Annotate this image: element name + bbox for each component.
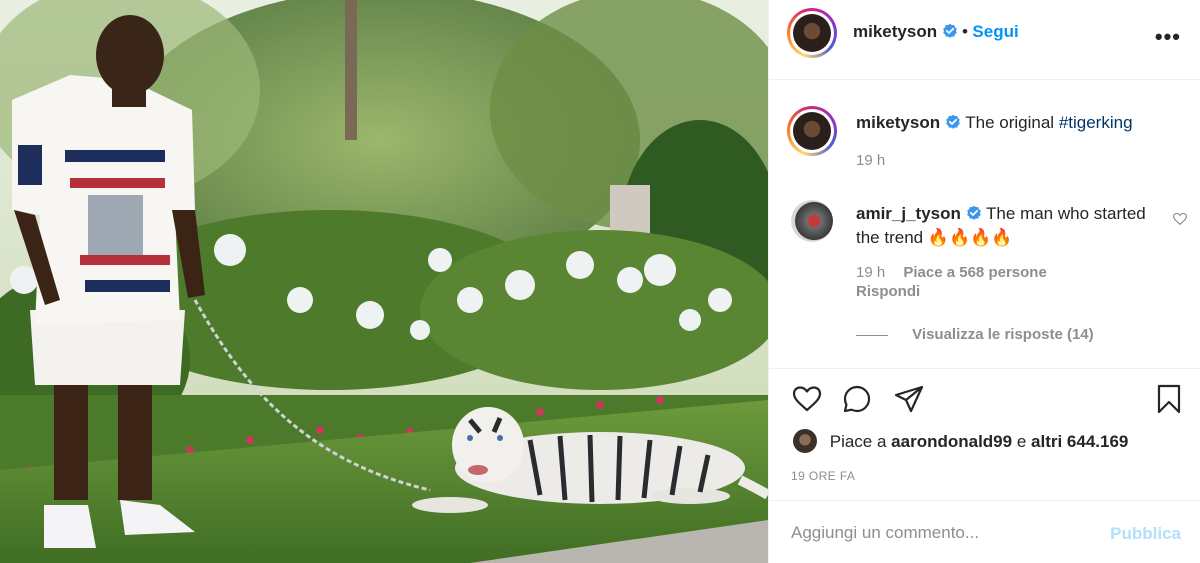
comment-meta: 19 h Piace a 568 persone bbox=[856, 264, 1047, 281]
post-timestamp[interactable]: 19 ORE FA bbox=[791, 469, 855, 483]
commenter-avatar[interactable] bbox=[791, 200, 833, 242]
post-photo[interactable] bbox=[0, 0, 768, 563]
reply-button[interactable]: Rispondi bbox=[856, 283, 920, 300]
likes-prefix: Piace a bbox=[829, 432, 887, 451]
caption-text: miketyson The original #tigerking bbox=[856, 113, 1133, 133]
caption-author-avatar[interactable] bbox=[787, 106, 837, 156]
header-author-line: miketyson • Segui bbox=[853, 22, 1019, 42]
caption-hashtag-link[interactable]: #tigerking bbox=[1059, 113, 1133, 132]
post-actions: Piace a aarondonald99 e altri 644.169 19… bbox=[769, 368, 1200, 500]
view-replies-label: Visualizza le risposte (14) bbox=[912, 326, 1094, 343]
caption-author-avatar-image bbox=[793, 112, 831, 150]
author-avatar[interactable] bbox=[787, 8, 837, 58]
likes-others[interactable]: altri 644.169 bbox=[1031, 432, 1128, 451]
verified-badge-icon bbox=[942, 23, 957, 38]
liker-username[interactable]: aarondonald99 bbox=[891, 432, 1012, 451]
author-username[interactable]: miketyson bbox=[853, 22, 937, 41]
verified-badge-icon bbox=[966, 205, 981, 220]
verified-badge-icon bbox=[946, 114, 960, 129]
comment-icon[interactable] bbox=[841, 383, 873, 415]
caption-body: The original bbox=[965, 113, 1055, 132]
comment-time[interactable]: 19 h bbox=[856, 264, 885, 281]
heart-icon[interactable] bbox=[791, 383, 823, 415]
bookmark-icon[interactable] bbox=[1153, 383, 1185, 415]
commenter-username[interactable]: amir_j_tyson bbox=[856, 204, 961, 223]
caption-time[interactable]: 19 h bbox=[856, 152, 885, 169]
caption-author-username[interactable]: miketyson bbox=[856, 113, 940, 132]
more-options-icon[interactable]: ••• bbox=[1155, 24, 1181, 50]
paper-plane-icon[interactable] bbox=[893, 383, 925, 415]
publish-button[interactable]: Pubblica bbox=[1110, 524, 1181, 544]
likes-middle: e bbox=[1016, 432, 1027, 451]
comment-input[interactable] bbox=[791, 523, 1091, 543]
separator-dot: • bbox=[962, 22, 968, 41]
follow-button[interactable]: Segui bbox=[972, 22, 1018, 41]
view-replies-button[interactable]: Visualizza le risposte (14) bbox=[856, 326, 1094, 343]
post-header: miketyson • Segui ••• bbox=[769, 0, 1200, 80]
replies-divider-line bbox=[856, 334, 888, 336]
post-side-panel: miketyson • Segui ••• miketyson The orig… bbox=[768, 0, 1200, 563]
author-avatar-image bbox=[793, 14, 831, 52]
comment-like-heart-icon[interactable] bbox=[1173, 212, 1187, 226]
comment-text: amir_j_tyson The man who started the tre… bbox=[856, 202, 1156, 250]
liker-avatar bbox=[793, 429, 817, 453]
comment-composer: Pubblica bbox=[769, 500, 1200, 563]
likes-summary[interactable]: Piace a aarondonald99 e altri 644.169 bbox=[793, 429, 1128, 453]
comment-likes[interactable]: Piace a 568 persone bbox=[903, 264, 1046, 281]
comment-emojis: 🔥🔥🔥🔥 bbox=[927, 228, 1013, 247]
